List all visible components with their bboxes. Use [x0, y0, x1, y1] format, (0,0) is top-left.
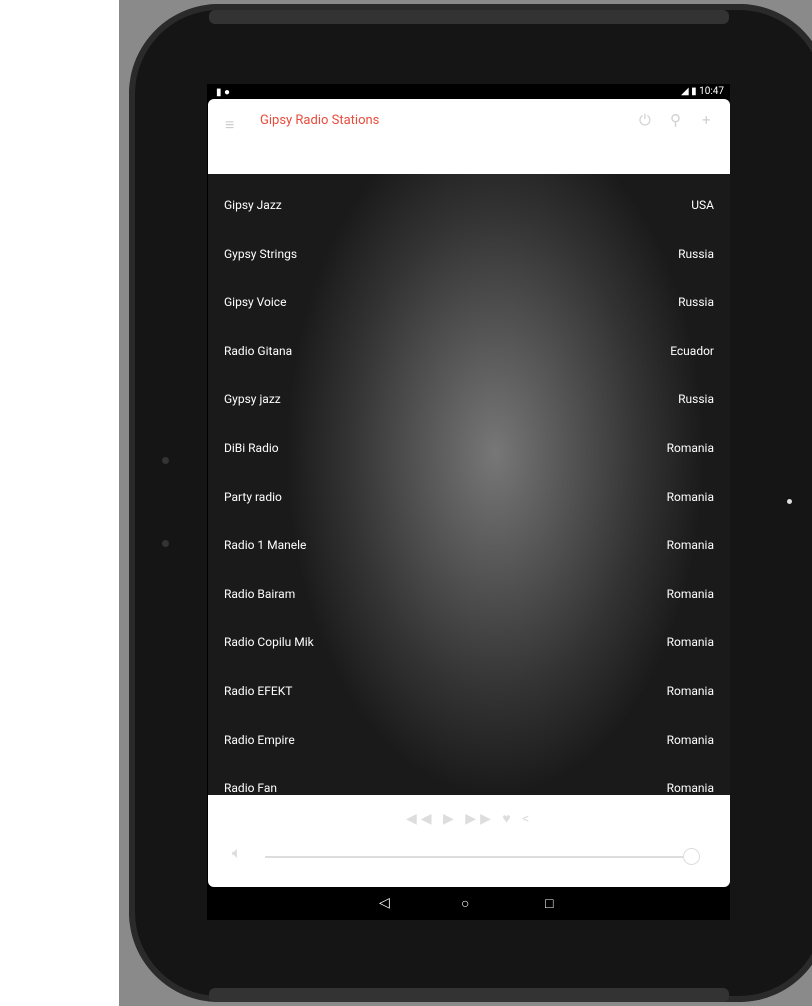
back-icon[interactable]: ◁: [379, 895, 390, 911]
station-row[interactable]: Gypsy Strings Russia: [208, 229, 730, 277]
station-row[interactable]: Gipsy Voice Russia: [208, 277, 730, 325]
station-row[interactable]: DiBi Radio Romania: [208, 423, 730, 471]
recents-icon[interactable]: □: [545, 895, 553, 912]
volume-slider-thumb[interactable]: [683, 848, 700, 865]
fast-forward-icon[interactable]: ▶▶: [465, 811, 495, 827]
page-title: Gipsy Radio Stations: [260, 113, 380, 128]
station-name: Gypsy Strings: [224, 246, 298, 261]
speaker-grille-bottom: [209, 988, 729, 1002]
rewind-icon[interactable]: ◀◀: [406, 811, 436, 827]
station-name: Radio Empire: [224, 732, 295, 747]
clock: 10:47: [699, 86, 724, 97]
station-name: Radio Bairam: [224, 586, 296, 601]
sensor-icon: [162, 540, 169, 547]
station-row[interactable]: Radio Copilu Mik Romania: [208, 617, 730, 665]
heart-icon[interactable]: ♥: [502, 811, 514, 827]
station-name: Radio 1 Manele: [224, 538, 307, 553]
sensor-icon: [162, 457, 169, 464]
station-list: Gipsy Jazz USA Gypsy Strings Russia Gipsy Vo…: [208, 174, 730, 795]
station-country: USA: [691, 198, 714, 212]
station-country: Russia: [678, 295, 714, 310]
volume-slider[interactable]: [265, 856, 690, 858]
station-country: Romania: [666, 781, 714, 796]
power-icon[interactable]: ⏻: [639, 111, 651, 129]
station-country: Romania: [666, 635, 714, 650]
station-name: Party radio: [224, 489, 282, 504]
menu-icon[interactable]: ≡: [225, 115, 234, 135]
station-country: Romania: [666, 684, 714, 698]
station-name: Gipsy Jazz: [224, 198, 282, 212]
signal-icon: ◢ ▮: [680, 86, 700, 97]
player-bar: ◀◀ ▶ ▶▶ ♥ < 🔈︎: [208, 795, 730, 887]
status-bar: ▮ ● ◢ ▮ 10:47: [207, 84, 730, 99]
plus-icon[interactable]: +: [702, 111, 711, 129]
camera-icon: [787, 499, 792, 504]
sd-card-icon: ▮ ●: [216, 87, 231, 98]
station-name: Gypsy jazz: [224, 392, 281, 407]
station-country: Romania: [666, 441, 714, 455]
station-row[interactable]: Party radio Romania: [208, 472, 730, 520]
volume-icon[interactable]: 🔈︎: [232, 843, 242, 863]
station-country: Ecuador: [670, 343, 714, 358]
play-icon[interactable]: ▶: [443, 811, 458, 827]
station-country: Romania: [666, 732, 714, 747]
search-icon[interactable]: ⚲: [670, 111, 681, 129]
station-row[interactable]: Radio Gitana Ecuador: [208, 326, 730, 374]
station-name: Gipsy Voice: [224, 295, 287, 310]
station-country: Romania: [666, 586, 714, 601]
speaker-grille-top: [209, 10, 729, 24]
station-row[interactable]: Radio Empire Romania: [208, 715, 730, 763]
app-bar: ≡ Gipsy Radio Stations ⏻ ⚲ +: [208, 99, 730, 174]
station-country: Russia: [678, 246, 714, 261]
station-country: Romania: [666, 538, 714, 553]
station-row[interactable]: Gypsy jazz Russia: [208, 374, 730, 422]
station-country: Romania: [666, 489, 714, 504]
station-name: Radio EFEKT: [224, 684, 293, 698]
share-icon[interactable]: <: [522, 811, 533, 827]
station-name: Radio Copilu Mik: [224, 635, 314, 650]
station-row[interactable]: Radio 1 Manele Romania: [208, 520, 730, 568]
station-row[interactable]: Radio EFEKT Romania: [208, 666, 730, 714]
home-icon[interactable]: ○: [461, 895, 469, 912]
station-name: DiBi Radio: [224, 441, 279, 455]
station-country: Russia: [678, 392, 714, 407]
station-name: Radio Gitana: [224, 343, 293, 358]
screen: ▮ ● ◢ ▮ 10:47 ≡ Gipsy Radio Stations ⏻ ⚲…: [207, 84, 730, 920]
station-row[interactable]: Gipsy Jazz USA: [208, 180, 730, 228]
station-row[interactable]: Radio Bairam Romania: [208, 569, 730, 617]
station-name: Radio Fan: [224, 781, 278, 796]
nav-bar: ◁ ○ □: [207, 887, 730, 920]
